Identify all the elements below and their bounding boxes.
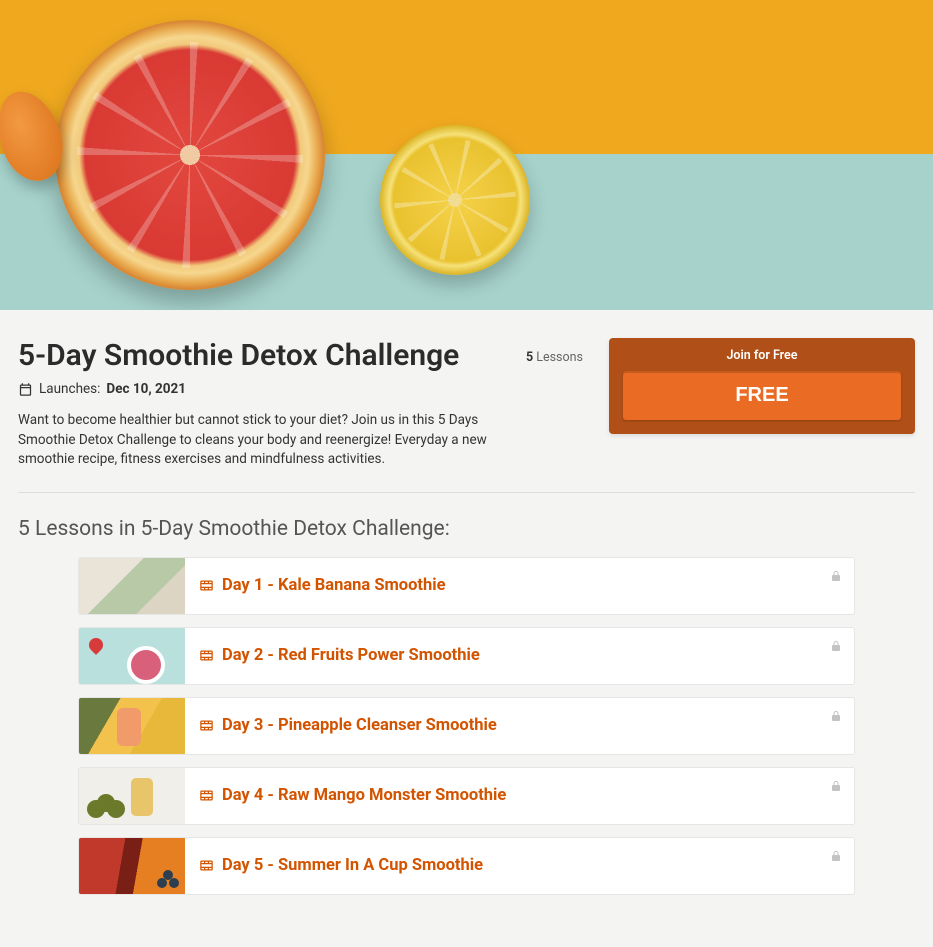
lesson-title: Day 4 - Raw Mango Monster Smoothie (222, 786, 506, 805)
hero-banner (0, 0, 933, 310)
video-icon (199, 858, 214, 873)
lesson-title: Day 5 - Summer In A Cup Smoothie (222, 856, 483, 875)
lemon-image (380, 125, 530, 275)
launch-info: Launches: Dec 10, 2021 (18, 381, 506, 397)
video-icon (199, 788, 214, 803)
lessons-heading: 5 Lessons in 5-Day Smoothie Detox Challe… (18, 517, 915, 541)
video-icon (199, 578, 214, 593)
cta-heading: Join for Free (623, 348, 901, 363)
lesson-list: Day 1 - Kale Banana Smoothie Day 2 - Red… (18, 557, 915, 895)
divider (18, 492, 915, 493)
lock-icon (830, 778, 842, 797)
grapefruit-image (55, 20, 325, 290)
lesson-thumbnail (79, 838, 185, 894)
lesson-item[interactable]: Day 5 - Summer In A Cup Smoothie (78, 837, 855, 895)
lesson-title: Day 1 - Kale Banana Smoothie (222, 576, 446, 595)
lesson-item[interactable]: Day 4 - Raw Mango Monster Smoothie (78, 767, 855, 825)
join-free-button[interactable]: FREE (623, 371, 901, 420)
lock-icon (830, 638, 842, 657)
lesson-thumbnail (79, 698, 185, 754)
launch-label: Launches: (39, 381, 100, 397)
lock-icon (830, 708, 842, 727)
lesson-item[interactable]: Day 1 - Kale Banana Smoothie (78, 557, 855, 615)
lesson-item[interactable]: Day 3 - Pineapple Cleanser Smoothie (78, 697, 855, 755)
course-description: Want to become healthier but cannot stic… (18, 411, 506, 470)
lesson-count: 5 Lessons (526, 350, 583, 365)
lesson-thumbnail (79, 768, 185, 824)
launch-date: Dec 10, 2021 (106, 381, 186, 397)
lesson-title: Day 2 - Red Fruits Power Smoothie (222, 646, 480, 665)
lock-icon (830, 848, 842, 867)
course-title: 5-Day Smoothie Detox Challenge (18, 338, 506, 373)
video-icon (199, 648, 214, 663)
lesson-item[interactable]: Day 2 - Red Fruits Power Smoothie (78, 627, 855, 685)
video-icon (199, 718, 214, 733)
lesson-title: Day 3 - Pineapple Cleanser Smoothie (222, 716, 497, 735)
lesson-thumbnail (79, 628, 185, 684)
calendar-icon (18, 382, 33, 397)
cta-box: Join for Free FREE (609, 338, 915, 434)
lock-icon (830, 568, 842, 587)
lesson-thumbnail (79, 558, 185, 614)
